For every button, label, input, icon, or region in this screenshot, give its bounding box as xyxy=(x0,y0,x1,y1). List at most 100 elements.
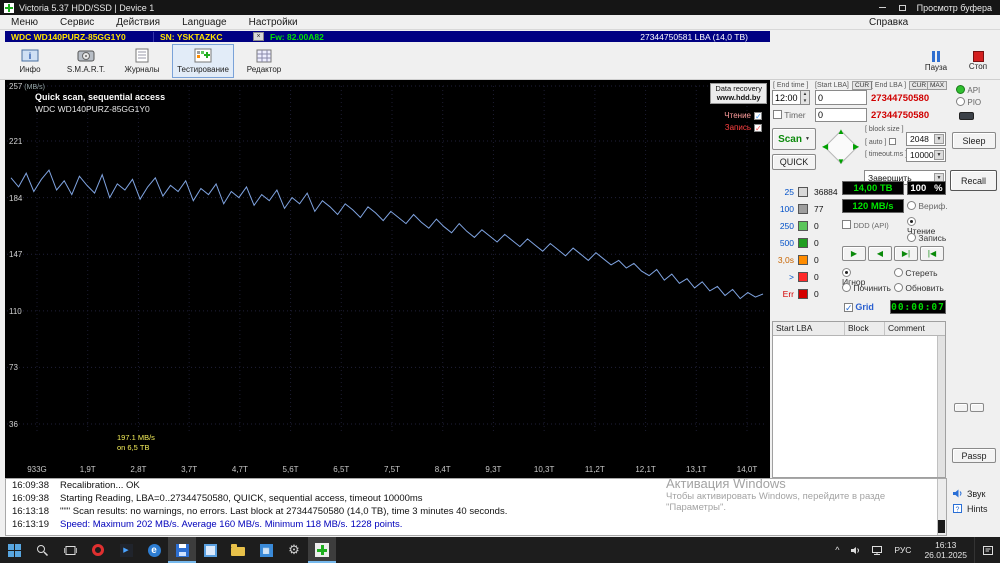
search-button[interactable] xyxy=(28,537,56,563)
start-lba-cur-button[interactable]: CUR xyxy=(852,81,873,90)
diamond-left-icon[interactable]: ◀ xyxy=(822,142,828,151)
sleep-button[interactable]: Sleep xyxy=(952,132,996,149)
language-indicator[interactable]: РУС xyxy=(888,545,917,555)
pio-radio[interactable]: PIO xyxy=(956,97,981,107)
passp-button[interactable]: Passp xyxy=(952,448,996,463)
speed-graph[interactable]: 257 (MB/s) 221 184 147 110 73 36 933G 1,9T 2,8T 3… xyxy=(5,80,770,478)
latency-bucket[interactable]: Err 0 xyxy=(772,285,842,302)
log-scroll-thumb[interactable] xyxy=(938,520,945,533)
action-center-button[interactable] xyxy=(974,537,1000,563)
legend-read-checkbox[interactable]: ✓ xyxy=(754,112,762,121)
api-radio[interactable]: API xyxy=(956,85,980,95)
latency-bucket[interactable]: 3,0s 0 xyxy=(772,251,842,268)
tray-expand-icon[interactable]: ^ xyxy=(829,545,845,555)
latency-bucket[interactable]: 500 0 xyxy=(772,234,842,251)
auto-checkbox[interactable]: [ auto ] xyxy=(865,136,896,146)
grid-checkbox[interactable]: ✓ Grid xyxy=(844,302,874,313)
rewind-button[interactable]: ◀ xyxy=(868,246,892,261)
remap-erase-radio[interactable]: Стереть xyxy=(894,268,938,278)
x-tick-label: 2,8T xyxy=(130,465,147,474)
pause-button[interactable]: Пауза xyxy=(916,44,956,78)
title-bar[interactable]: Victoria 5.37 HDD/SSD | Device 1 Просмот… xyxy=(0,0,1000,15)
restart-button[interactable]: |◀ xyxy=(920,246,944,261)
logs-button[interactable]: Журналы xyxy=(116,44,168,78)
x-tick-label: 6,5T xyxy=(333,465,350,474)
device-model[interactable]: WDC WD140PURZ-85GG1Y0 xyxy=(5,32,153,42)
start-button[interactable] xyxy=(0,537,28,563)
log-panel[interactable]: 16:09:38 Recalibration... OK 16:09:38 Start… xyxy=(5,478,947,536)
small-button-2[interactable] xyxy=(970,403,984,412)
latency-bucket[interactable]: 100 77 xyxy=(772,200,842,217)
forward-button[interactable]: ▶| xyxy=(894,246,918,261)
remap-refresh-radio[interactable]: Обновить xyxy=(894,283,944,293)
timeout-select[interactable]: 10000 ▼ xyxy=(906,148,946,162)
info-button[interactable]: i Инфо xyxy=(4,44,56,78)
verify-radio[interactable]: Вериф. xyxy=(907,201,948,211)
menu-bar: Меню Сервис Действия Language Настройки Спра… xyxy=(0,15,1000,30)
end-time-spinner[interactable]: ▲▼ xyxy=(772,90,810,105)
end-time-input[interactable] xyxy=(772,90,801,105)
menu-item-4[interactable]: Настройки xyxy=(238,15,309,30)
taskbar-app-explorer[interactable] xyxy=(224,537,252,563)
menu-item-2[interactable]: Действия xyxy=(105,15,171,30)
testing-button[interactable]: Тестирование xyxy=(172,43,234,78)
stop-button[interactable]: Стоп xyxy=(958,44,998,78)
taskbar-app-media-player[interactable]: ▶ xyxy=(112,537,140,563)
legend-write-checkbox[interactable]: ✓ xyxy=(754,124,762,133)
browser-icon: e xyxy=(147,543,161,557)
bucket-count: 0 xyxy=(814,288,819,299)
taskbar-app-browser[interactable]: e xyxy=(140,537,168,563)
speed-display: 120 MB/s xyxy=(842,199,904,213)
task-view-button[interactable] xyxy=(56,537,84,563)
navigation-diamond[interactable]: ▲ ▼ ◀ ▶ xyxy=(820,126,862,168)
menu-item-1[interactable]: Сервис xyxy=(49,15,105,30)
clock[interactable]: 16:13 26.01.2025 xyxy=(917,540,974,560)
block-size-select[interactable]: 2048 ▼ xyxy=(906,132,946,146)
scan-button[interactable]: Scan ▼ xyxy=(772,128,816,150)
led-indicator[interactable] xyxy=(959,112,974,120)
ddd-checkbox[interactable]: DDD (API) xyxy=(842,220,889,230)
close-device-icon[interactable]: × xyxy=(253,32,264,41)
volume-button[interactable] xyxy=(845,545,866,556)
latency-bucket[interactable]: >0 xyxy=(772,268,842,285)
defects-table[interactable]: Start LBA Block Comment xyxy=(772,321,946,478)
buffer-view-button[interactable]: Просмотр буфера xyxy=(917,3,992,13)
network-button[interactable] xyxy=(866,545,888,556)
clock-time: 16:13 xyxy=(935,540,957,550)
menu-item-3[interactable]: Language xyxy=(171,15,238,30)
diamond-down-icon[interactable]: ▼ xyxy=(837,157,845,166)
quick-button[interactable]: QUICK xyxy=(772,154,816,170)
taskbar-app-settings[interactable]: ⚙ xyxy=(280,537,308,563)
timer-checkbox[interactable]: Timer xyxy=(773,110,806,120)
menu-item-0[interactable]: Меню xyxy=(0,15,49,30)
log-scrollbar[interactable] xyxy=(937,479,946,535)
latency-bucket[interactable]: 25 36884 xyxy=(772,183,842,200)
menu-item-help[interactable]: Справка xyxy=(858,15,919,30)
taskbar-app-opera[interactable] xyxy=(84,537,112,563)
taskbar-app-window[interactable] xyxy=(196,537,224,563)
small-button-1[interactable] xyxy=(954,403,968,412)
svg-text:?: ? xyxy=(956,507,960,514)
editor-button[interactable]: Редактор xyxy=(238,44,290,78)
taskbar-app-blue[interactable]: ▦ xyxy=(252,537,280,563)
remap-repair-radio[interactable]: Починить xyxy=(842,283,891,293)
sound-toggle[interactable]: Звук xyxy=(952,486,988,501)
diamond-up-icon[interactable]: ▲ xyxy=(837,127,845,136)
write-radio[interactable]: Запись xyxy=(907,233,946,243)
end-lba-value[interactable]: 27344750580 xyxy=(871,93,929,104)
taskbar-app-save-tool[interactable] xyxy=(168,537,196,563)
diamond-right-icon[interactable]: ▶ xyxy=(853,142,859,151)
recall-button[interactable]: Recall xyxy=(950,170,997,191)
minimize-button[interactable] xyxy=(877,3,889,13)
timer-input[interactable] xyxy=(815,108,867,122)
taskbar-app-victoria[interactable] xyxy=(308,537,336,563)
hints-toggle[interactable]: ? Hints xyxy=(952,501,988,516)
play-button[interactable]: ▶ xyxy=(842,246,866,261)
table-scrollbar[interactable] xyxy=(937,336,945,477)
spinner-arrows-icon[interactable]: ▲ ▼ xyxy=(801,90,810,105)
end-lba-max-button[interactable]: MAX xyxy=(927,81,948,90)
maximize-button[interactable] xyxy=(897,3,909,13)
start-lba-input[interactable] xyxy=(815,90,867,105)
latency-bucket[interactable]: 250 0 xyxy=(772,217,842,234)
smart-button[interactable]: S.M.A.R.T. xyxy=(60,44,112,78)
